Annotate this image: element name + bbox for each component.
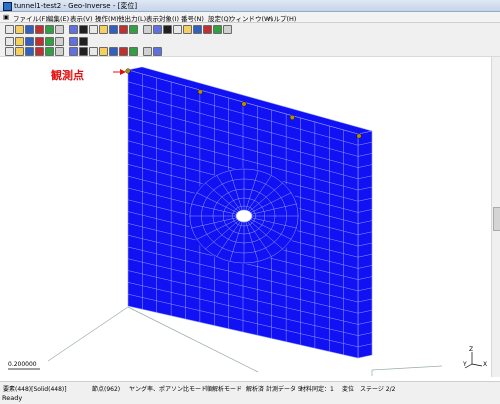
rotate-icon[interactable] xyxy=(25,47,34,56)
status-field-2: ヤング率、ポアソン比モード xyxy=(129,386,208,393)
grid-icon[interactable] xyxy=(153,47,162,56)
preview-icon[interactable] xyxy=(45,25,54,34)
zoom-in-icon[interactable] xyxy=(35,47,44,56)
menu-item-5[interactable]: 表示対象(I) xyxy=(146,13,179,23)
app-icon xyxy=(3,2,12,11)
scrollbar-thumb[interactable] xyxy=(493,207,500,231)
zoom-window-icon[interactable] xyxy=(55,47,64,56)
status-field-8: ステージ 2/2 xyxy=(360,386,396,393)
status-field-1: 節点(962) xyxy=(92,386,121,393)
save-icon[interactable] xyxy=(25,25,34,34)
forward-icon[interactable] xyxy=(153,25,162,34)
pan-icon[interactable] xyxy=(15,47,24,56)
mesh-canvas[interactable] xyxy=(0,57,491,377)
next-icon[interactable] xyxy=(119,25,128,34)
scale-value: 0.200000 xyxy=(8,361,37,368)
model-icon[interactable] xyxy=(5,37,14,46)
document-icon: ▣ xyxy=(3,13,10,21)
status-field-7: 変位 xyxy=(342,386,355,393)
settings-icon[interactable] xyxy=(193,25,202,34)
tunnel-opening xyxy=(235,209,253,223)
menu-item-0[interactable]: ファイル(F) xyxy=(13,13,48,23)
window-icon[interactable] xyxy=(203,25,212,34)
step-icon[interactable] xyxy=(129,25,138,34)
vertical-scrollbar[interactable] xyxy=(491,57,500,377)
beam-icon[interactable] xyxy=(35,37,44,46)
menu-item-6[interactable]: 番号(N) xyxy=(181,13,204,23)
observation-point-marker[interactable] xyxy=(289,114,295,120)
palette-icon[interactable] xyxy=(129,47,138,56)
paste-icon[interactable] xyxy=(69,25,78,34)
rubber-icon[interactable] xyxy=(69,47,78,56)
menu-item-7[interactable]: 設定(Q) xyxy=(208,13,231,23)
observation-point-label: 観測点 xyxy=(51,69,84,82)
color-icon[interactable] xyxy=(79,47,88,56)
annotation-arrow-head xyxy=(120,69,126,75)
print-icon[interactable] xyxy=(35,25,44,34)
ready-bar: Ready xyxy=(0,393,500,404)
mesh-icon[interactable] xyxy=(25,37,34,46)
copy-icon[interactable] xyxy=(55,25,64,34)
prev-icon[interactable] xyxy=(109,25,118,34)
status-field-6: 材料同定：1 xyxy=(300,386,334,393)
status-field-3: 順解析モード xyxy=(206,386,243,393)
check-icon[interactable] xyxy=(223,25,232,34)
zoom-out-icon[interactable] xyxy=(45,47,54,56)
lines-icon[interactable] xyxy=(119,47,128,56)
solid-icon[interactable] xyxy=(15,37,24,46)
menu-item-3[interactable]: 操作(M) xyxy=(95,13,119,23)
run-icon[interactable] xyxy=(163,25,172,34)
fit-icon[interactable] xyxy=(5,47,14,56)
observation-point-marker[interactable] xyxy=(125,68,131,74)
axis-z-label: Z xyxy=(469,346,474,353)
status-bar: 要素(448)[Solid(448)] 節点(962) ヤング率、ポアソン比モード順… xyxy=(0,381,500,393)
red-icon[interactable] xyxy=(89,47,98,56)
white-icon[interactable] xyxy=(99,47,108,56)
open-icon[interactable] xyxy=(15,25,24,34)
perspective-line-left xyxy=(47,306,129,362)
perspective-line-right xyxy=(371,365,443,371)
menu-item-1[interactable]: 編集(E) xyxy=(47,13,69,23)
layer-icon[interactable] xyxy=(55,37,64,46)
graph-icon[interactable] xyxy=(183,25,192,34)
observation-point-marker[interactable] xyxy=(197,89,203,95)
node-icon[interactable] xyxy=(69,37,78,46)
cut-icon[interactable] xyxy=(99,25,108,34)
menu-item-4[interactable]: 他出力(L) xyxy=(118,13,146,23)
stop-icon[interactable] xyxy=(173,25,182,34)
menu-item-2[interactable]: 表示(V) xyxy=(70,13,93,23)
window-title: tunnel1-test2 - Geo-Inverse - [変位] xyxy=(14,2,138,10)
toolbar-row-3 xyxy=(0,46,500,57)
model-viewport[interactable] xyxy=(0,57,491,377)
status-field-5: 計測データ 5 xyxy=(266,386,302,393)
observation-point-marker[interactable] xyxy=(241,101,247,107)
ready-text: Ready xyxy=(2,394,23,402)
new-icon[interactable] xyxy=(5,25,14,34)
pointer-icon[interactable] xyxy=(89,25,98,34)
cube-icon[interactable] xyxy=(109,47,118,56)
zoom-icon[interactable] xyxy=(79,25,88,34)
refresh-icon[interactable] xyxy=(143,47,152,56)
axis-x-line xyxy=(471,363,483,367)
observation-point-marker[interactable] xyxy=(356,133,362,139)
menu-item-9[interactable]: ヘルプ(H) xyxy=(267,13,296,23)
status-field-0: 要素(448)[Solid(448)] xyxy=(3,386,67,393)
menu-bar: ファイル(F) 編集(E) 表示(V) 操作(M) 他出力(L) 表示対象(I) 番号(N)… xyxy=(0,12,500,23)
element-icon[interactable] xyxy=(79,37,88,46)
shell-icon[interactable] xyxy=(45,37,54,46)
axis-y-label: Y xyxy=(463,361,467,368)
pin-icon[interactable] xyxy=(213,25,222,34)
rewind-icon[interactable] xyxy=(143,25,152,34)
axis-x-label: X xyxy=(483,361,488,368)
status-field-4: 解析済 xyxy=(246,386,265,393)
title-bar: tunnel1-test2 - Geo-Inverse - [変位] xyxy=(0,0,500,12)
